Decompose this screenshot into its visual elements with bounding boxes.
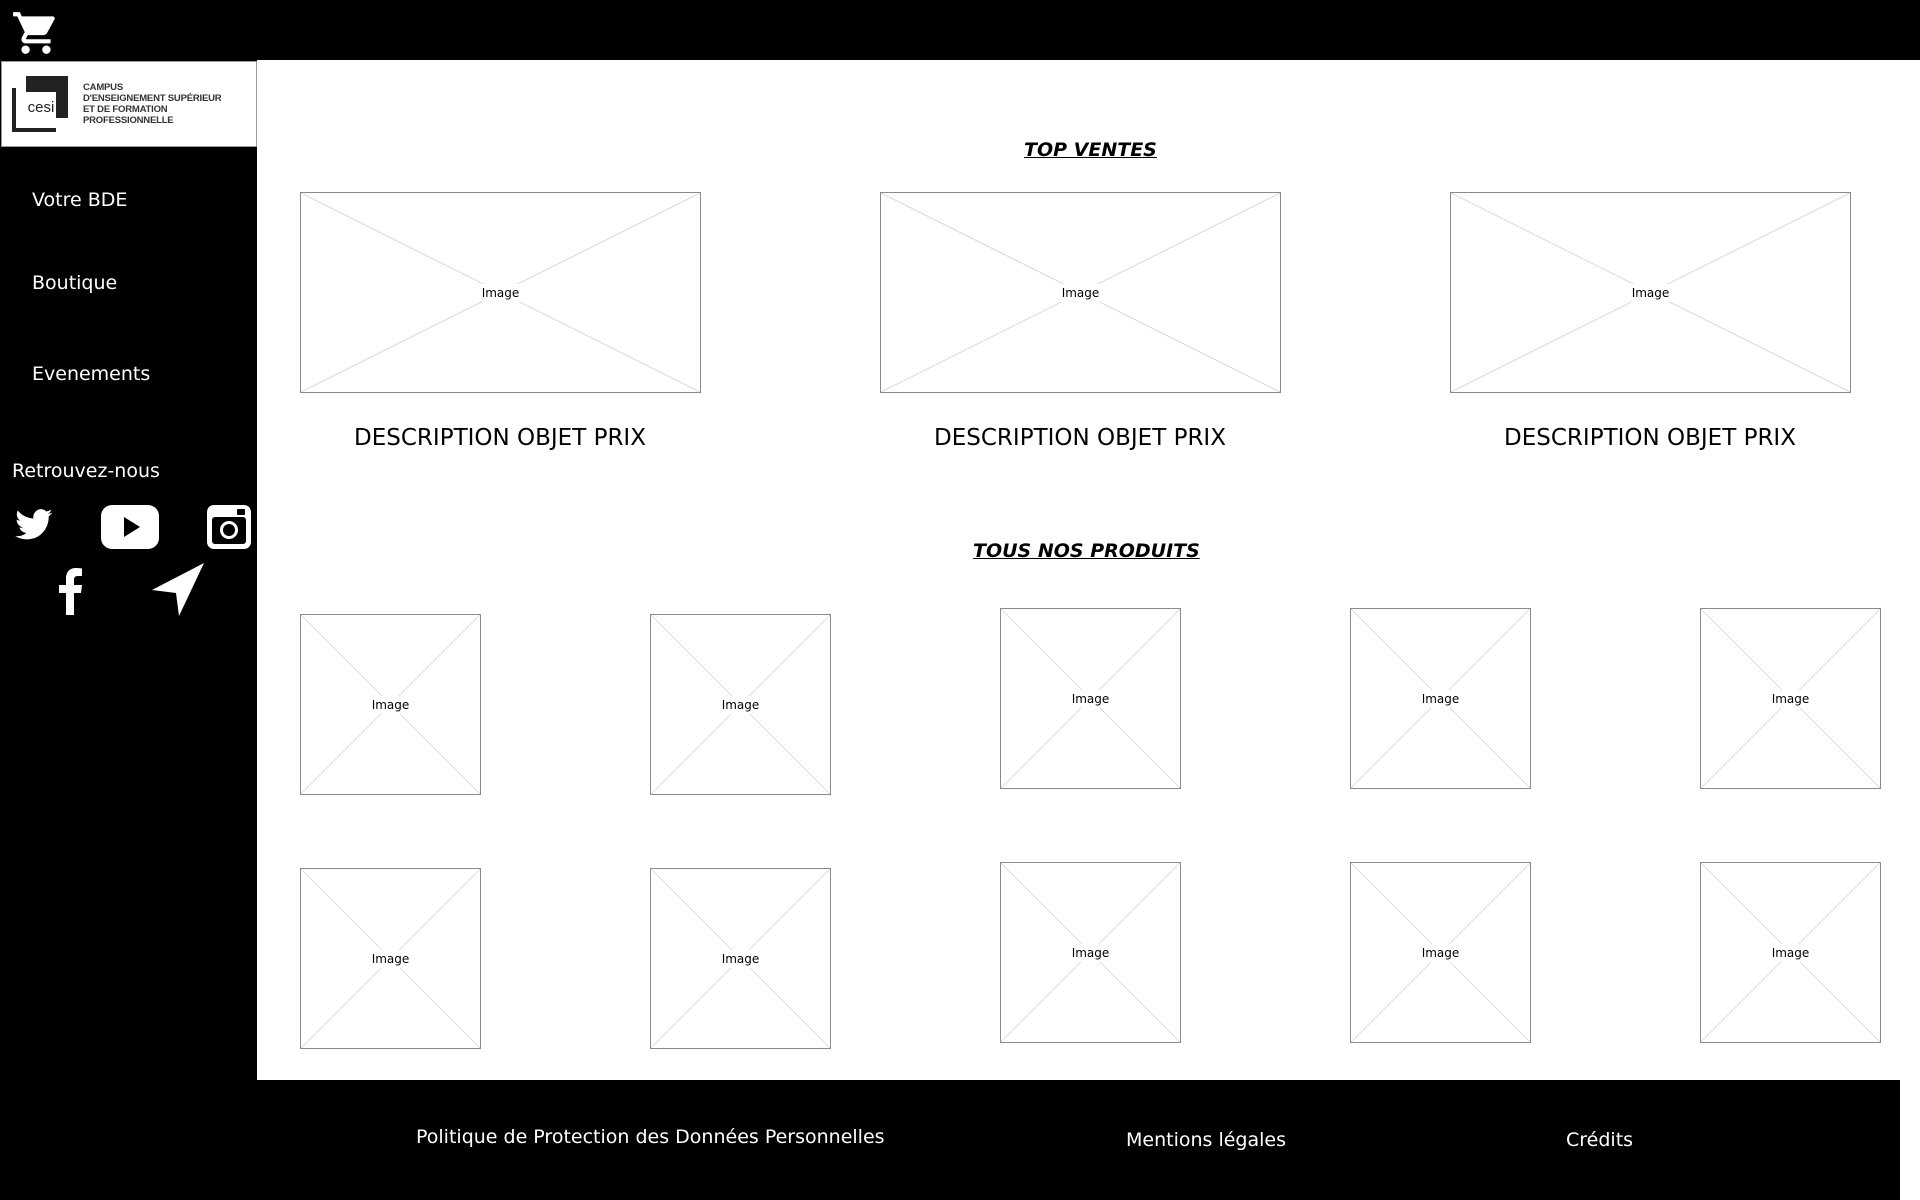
top-sale-description-1: DESCRIPTION OBJET PRIX [354,425,646,451]
logo-mark-text: cesi [28,99,55,116]
product-image-2[interactable]: Image [650,614,831,795]
product-image-6[interactable]: Image [300,868,481,1049]
image-label: Image [368,695,413,714]
instagram-icon[interactable] [205,503,253,551]
logo-line-1: CAMPUS [83,82,123,93]
product-image-5[interactable]: Image [1700,608,1881,789]
top-sale-description-3: DESCRIPTION OBJET PRIX [1504,425,1796,451]
top-bar [0,0,1920,60]
cesi-logo-mark: cesi [12,76,68,132]
nav-item-votre-bde[interactable]: Votre BDE [32,189,127,211]
image-label: Image [1058,283,1103,302]
product-image-10[interactable]: Image [1700,862,1881,1043]
nav-item-boutique[interactable]: Boutique [32,272,117,294]
image-label: Image [1068,689,1113,708]
main-content: TOP VENTES Image Image Image DESCRIPTION… [257,60,1920,1080]
facebook-icon[interactable] [56,565,84,615]
top-sales-title: TOP VENTES [1024,139,1157,161]
image-label: Image [718,949,763,968]
footer: Politique de Protection des Données Pers… [0,1080,1900,1200]
image-label: Image [478,283,523,302]
sidebar: cesi CAMPUS D'ENSEIGNEMENT SUPÉRIEUR ET … [0,60,257,1080]
product-image-1[interactable]: Image [300,614,481,795]
image-label: Image [1768,943,1813,962]
product-image-8[interactable]: Image [1000,862,1181,1043]
product-image-9[interactable]: Image [1350,862,1531,1043]
footer-privacy-link[interactable]: Politique de Protection des Données Pers… [416,1126,885,1148]
location-arrow-icon[interactable] [150,560,208,618]
image-label: Image [718,695,763,714]
top-sale-image-1[interactable]: Image [300,192,701,393]
image-label: Image [1628,283,1673,302]
image-label: Image [368,949,413,968]
cesi-logo[interactable]: cesi CAMPUS D'ENSEIGNEMENT SUPÉRIEUR ET … [1,61,257,147]
logo-line-2: D'ENSEIGNEMENT SUPÉRIEUR [83,93,222,104]
logo-line-3: ET DE FORMATION PROFESSIONNELLE [83,104,174,126]
shopping-cart-icon[interactable] [10,8,62,58]
top-sale-image-2[interactable]: Image [880,192,1281,393]
all-products-title: TOUS NOS PRODUITS [973,540,1200,562]
product-image-4[interactable]: Image [1350,608,1531,789]
top-sale-description-2: DESCRIPTION OBJET PRIX [934,425,1226,451]
image-label: Image [1418,689,1463,708]
top-sale-image-3[interactable]: Image [1450,192,1851,393]
twitter-icon[interactable] [12,505,56,545]
nav-item-evenements[interactable]: Evenements [32,363,150,385]
image-label: Image [1768,689,1813,708]
image-label: Image [1068,943,1113,962]
youtube-icon[interactable] [100,504,160,550]
footer-legal-link[interactable]: Mentions légales [1126,1129,1286,1151]
social-title: Retrouvez-nous [12,460,160,482]
product-image-7[interactable]: Image [650,868,831,1049]
image-label: Image [1418,943,1463,962]
footer-credits-link[interactable]: Crédits [1566,1129,1633,1151]
product-image-3[interactable]: Image [1000,608,1181,789]
logo-text: CAMPUS D'ENSEIGNEMENT SUPÉRIEUR ET DE FO… [83,82,257,126]
